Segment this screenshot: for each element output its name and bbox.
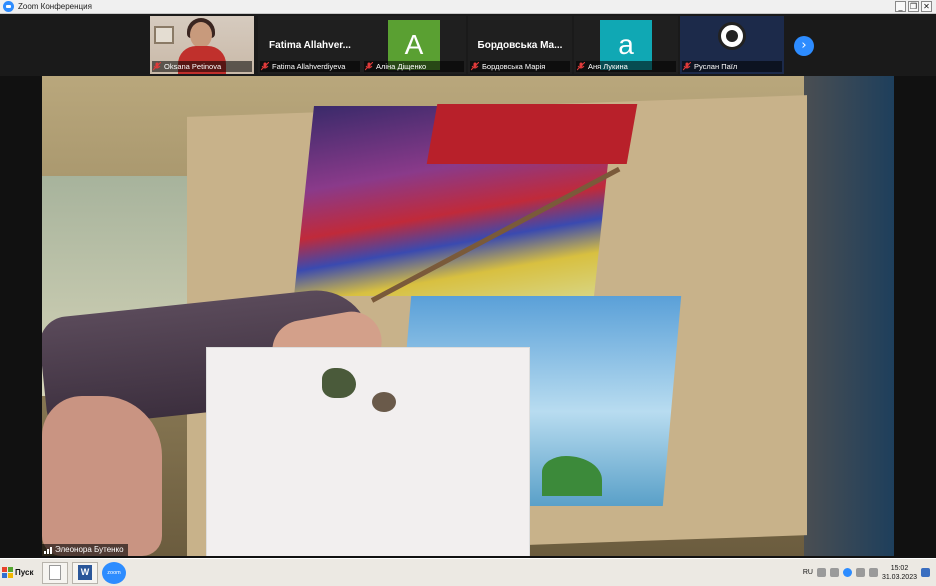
windows-taskbar: Пуск W zoom RU 15:02 31.03.2023 xyxy=(0,558,936,586)
clock[interactable]: 15:02 31.03.2023 xyxy=(882,564,917,582)
volume-icon[interactable] xyxy=(868,568,878,577)
next-page-button[interactable]: › xyxy=(794,36,814,56)
muted-mic-icon xyxy=(471,62,479,71)
taskbar-zoom-button[interactable]: zoom xyxy=(102,561,126,584)
word-icon: W xyxy=(78,565,92,580)
clock-date: 31.03.2023 xyxy=(881,573,917,581)
clock-time: 15:02 xyxy=(890,564,909,572)
title-bar: Zoom Конференция _ ❐ ✕ xyxy=(0,0,936,14)
show-desktop-icon[interactable] xyxy=(921,568,930,577)
muted-mic-icon xyxy=(365,62,373,71)
participant-name: Аня Лукина xyxy=(576,61,676,72)
participant-tile-3[interactable]: Бордовська Ма... Бордовська Марія xyxy=(468,16,572,74)
windows-logo-icon xyxy=(2,567,13,578)
taskbar-word-button[interactable]: W xyxy=(72,561,98,584)
muted-mic-icon xyxy=(153,62,161,71)
participant-name: Fatima Allahverdiyeva xyxy=(260,61,360,72)
system-tray: RU 15:02 31.03.2023 xyxy=(803,559,936,586)
active-speaker-video: Элеонора Бутенко xyxy=(42,76,894,556)
participant-tile-0[interactable]: Oksana Petinova xyxy=(150,16,254,74)
minimize-button[interactable]: _ xyxy=(895,1,906,12)
muted-mic-icon xyxy=(683,62,691,71)
zoom-window: Zoom Конференция _ ❐ ✕ Oksana Petinova F… xyxy=(0,0,936,586)
active-speaker-label: Элеонора Бутенко xyxy=(42,544,128,556)
start-label: Пуск xyxy=(15,568,34,577)
participant-tile-1[interactable]: Fatima Allahver... Fatima Allahverdiyeva xyxy=(258,16,362,74)
participant-tile-2[interactable]: A Аліна Діщенко xyxy=(362,16,466,74)
active-speaker-name: Элеонора Бутенко xyxy=(55,545,124,554)
window-controls: _ ❐ ✕ xyxy=(895,1,932,12)
start-button[interactable]: Пуск xyxy=(2,562,38,584)
window-title: Zoom Конференция xyxy=(18,2,92,11)
participant-name: Руслан Паїл xyxy=(682,61,782,72)
close-button[interactable]: ✕ xyxy=(921,1,932,12)
restore-button[interactable]: ❐ xyxy=(908,1,919,12)
paper-palette xyxy=(207,348,529,556)
participant-name: Oksana Petinova xyxy=(152,61,252,72)
language-indicator[interactable]: RU xyxy=(803,569,813,576)
participant-tile-5[interactable]: Руслан Паїл xyxy=(680,16,784,74)
muted-mic-icon xyxy=(261,62,269,71)
zoom-tray-icon[interactable] xyxy=(842,568,852,577)
participant-display-name: Бордовська Ма... xyxy=(477,40,563,51)
signal-strength-icon xyxy=(44,546,52,554)
participant-tile-4[interactable]: a Аня Лукина xyxy=(574,16,678,74)
tray-expand-icon[interactable] xyxy=(829,568,839,577)
taskbar-file-button[interactable] xyxy=(42,561,68,584)
participant-strip: Oksana Petinova Fatima Allahver... Fatim… xyxy=(0,14,936,76)
speaker-icon[interactable] xyxy=(816,568,826,577)
participant-name: Аліна Діщенко xyxy=(364,61,464,72)
network-icon[interactable] xyxy=(855,568,865,577)
file-icon xyxy=(49,565,61,580)
zoom-app-icon xyxy=(3,1,14,12)
obs-logo-icon xyxy=(718,22,746,50)
participant-display-name: Fatima Allahver... xyxy=(269,40,351,51)
participant-name: Бордовська Марія xyxy=(470,61,570,72)
muted-mic-icon xyxy=(577,62,585,71)
